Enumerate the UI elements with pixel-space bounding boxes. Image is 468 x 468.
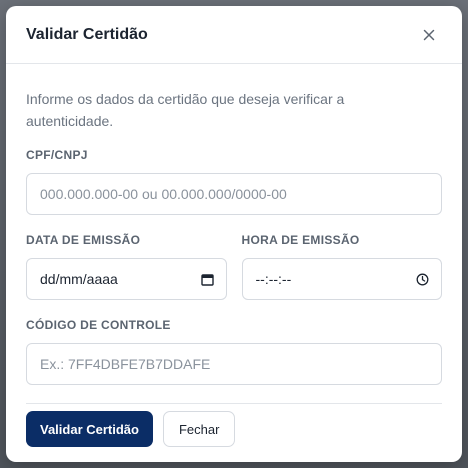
emission-date-group: DATA DE EMISSÃO dd/mm/aaaa [26, 233, 227, 300]
dialog-body: Informe os dados da certidão que deseja … [6, 64, 462, 385]
footer-divider [26, 403, 442, 404]
cpf-cnpj-group: CPF/CNPJ 000.000.000-00 ou 00.000.000/00… [26, 148, 442, 215]
clock-icon[interactable] [416, 273, 429, 286]
emission-time-input[interactable]: --:--:-- [241, 258, 442, 300]
emission-date-input[interactable]: dd/mm/aaaa [26, 258, 227, 300]
control-code-group: CÓDIGO DE CONTROLE Ex.: 7FF4DBFE7B7DDAFE [26, 318, 442, 385]
close-dialog-button[interactable]: Fechar [162, 411, 236, 447]
calendar-icon[interactable] [200, 273, 214, 286]
dialog-description: Informe os dados da certidão que deseja … [26, 91, 345, 129]
control-code-placeholder: Ex.: 7FF4DBFE7B7DDAFE [40, 356, 211, 372]
cpf-cnpj-label: CPF/CNPJ [26, 148, 88, 162]
emission-row: DATA DE EMISSÃO dd/mm/aaaa HORA DE EMISS… [26, 233, 442, 300]
control-code-label: CÓDIGO DE CONTROLE [26, 318, 171, 332]
validate-button[interactable]: Validar Certidão [26, 411, 153, 447]
close-icon [423, 29, 435, 41]
emission-time-value: --:--:-- [255, 271, 292, 287]
dialog-header: Validar Certidão [6, 6, 462, 64]
close-button[interactable] [416, 22, 442, 48]
emission-date-label: DATA DE EMISSÃO [26, 233, 141, 247]
dialog-title: Validar Certidão [26, 25, 148, 43]
control-code-input[interactable]: Ex.: 7FF4DBFE7B7DDAFE [26, 343, 442, 385]
emission-time-label: HORA DE EMISSÃO [241, 233, 360, 247]
emission-date-value: dd/mm/aaaa [40, 271, 118, 287]
validate-certificate-dialog: Validar Certidão Informe os dados da cer… [6, 6, 462, 462]
cpf-cnpj-input[interactable]: 000.000.000-00 ou 00.000.000/0000-00 [26, 173, 442, 215]
emission-time-group: HORA DE EMISSÃO --:--:-- [241, 233, 442, 300]
cpf-cnpj-placeholder: 000.000.000-00 ou 00.000.000/0000-00 [40, 186, 287, 202]
dialog-footer: Validar Certidão Fechar [6, 411, 462, 447]
